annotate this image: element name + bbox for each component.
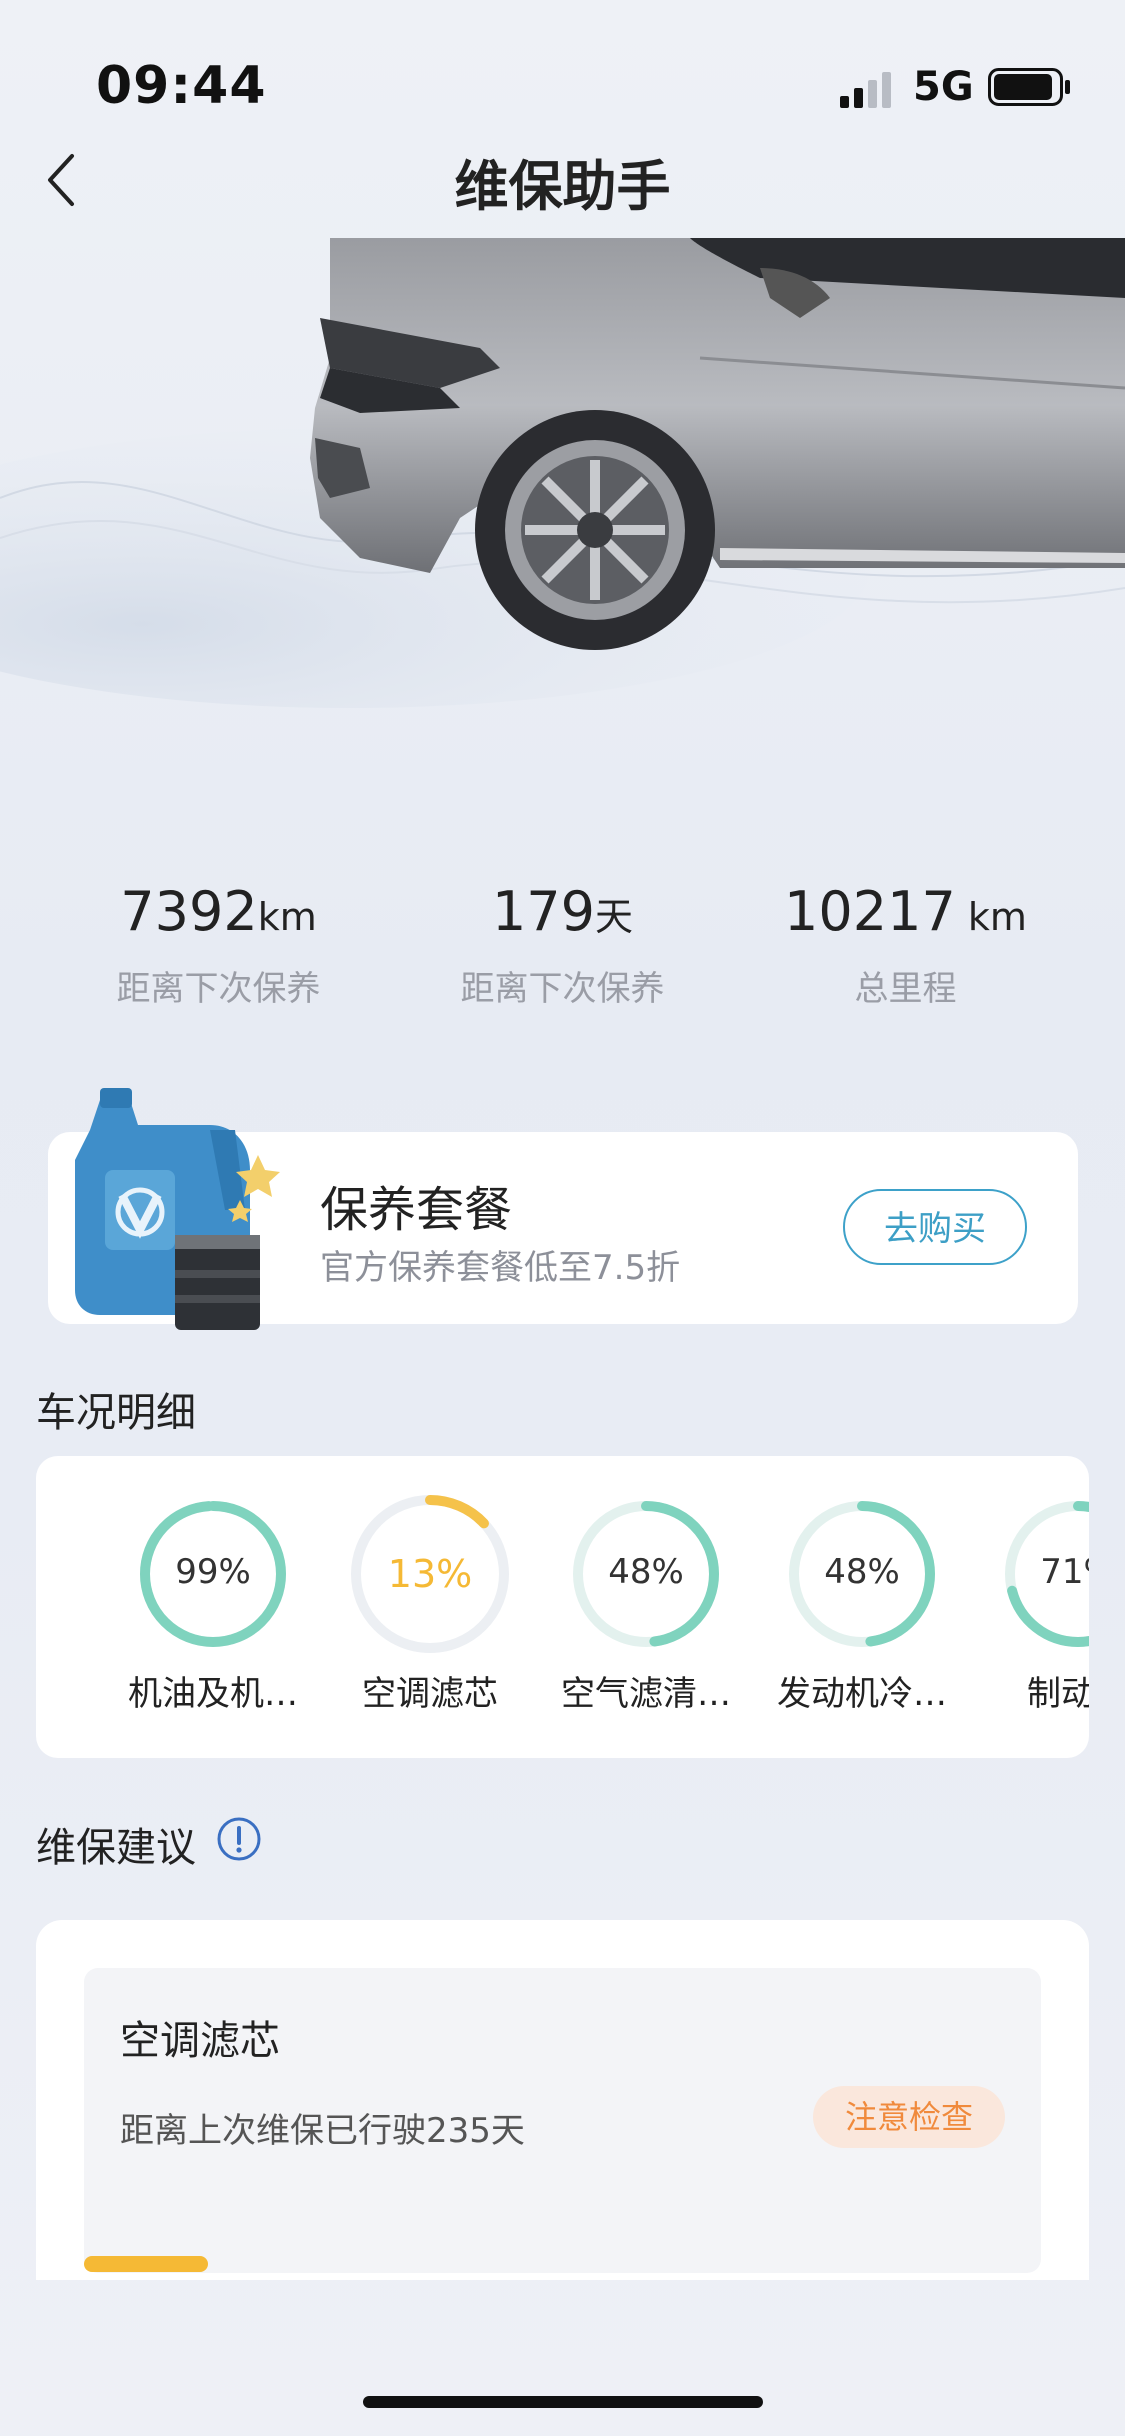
advice-progress-bar [84,2256,208,2272]
car-hero-image [0,238,1125,708]
gauge-label: 机油及机… [128,1674,298,1714]
info-icon[interactable] [216,1816,262,1862]
package-subtitle: 官方保养套餐低至7.5折 [320,1248,681,1288]
gauge-ac-filter[interactable]: 13% 空调滤芯 [322,1494,538,1715]
gauge-label: 空调滤芯 [362,1674,498,1714]
advice-section-title: 维保建议 [36,1825,196,1871]
network-label: 5G [913,64,974,110]
page-title: 维保助手 [454,155,671,218]
battery-icon [988,68,1070,106]
advice-item-description: 距离上次维保已行驶235天 [120,2111,525,2151]
oil-bottle-icon [75,1088,280,1330]
gauge-label: 制动液 [1027,1674,1089,1714]
condition-section-title: 车况明细 [36,1390,196,1436]
home-indicator[interactable] [363,2396,763,2408]
gauge-oil[interactable]: 99% 机油及机… [105,1494,321,1715]
condition-card[interactable]: 99% 机油及机… 13% 空调滤芯 48% 空气滤清… 48% 发动机冷… 7… [36,1456,1089,1758]
stat-unit: km [955,895,1027,939]
stat-caption: 距离下次保养 [460,969,665,1009]
gauge-brake-fluid[interactable]: 71% 制动液 [970,1494,1089,1715]
status-badge: 注意检查 [813,2086,1005,2148]
package-title: 保养套餐 [320,1182,513,1238]
gauge-percent: 48% [824,1552,900,1592]
gauge-engine-coolant[interactable]: 48% 发动机冷… [754,1494,970,1715]
gauge-label: 空气滤清… [561,1674,731,1714]
stat-next-service-distance: 7392km 距离下次保养 [31,880,406,1010]
stat-unit: 天 [595,895,634,939]
signal-icon [840,72,891,108]
advice-item-title: 空调滤芯 [120,2018,280,2064]
stat-next-service-days: 179天 距离下次保养 [375,880,750,1010]
stat-caption: 总里程 [854,969,957,1009]
stat-total-mileage: 10217 km 总里程 [718,880,1093,1010]
stat-value: 179 [491,880,596,943]
gauge-label: 发动机冷… [777,1674,947,1714]
gauge-percent: 71% [1040,1552,1089,1592]
gauge-air-filter[interactable]: 48% 空气滤清… [538,1494,754,1715]
stat-value: 10217 [784,880,956,943]
gauge-percent: 13% [387,1552,473,1596]
gauge-percent: 99% [175,1552,251,1592]
stat-unit: km [257,895,317,939]
buy-button[interactable]: 去购买 [843,1189,1027,1265]
stat-caption: 距离下次保养 [116,969,321,1009]
stat-value: 7392 [120,880,258,943]
gauge-percent: 48% [608,1552,684,1592]
status-time: 09:44 [96,56,267,116]
